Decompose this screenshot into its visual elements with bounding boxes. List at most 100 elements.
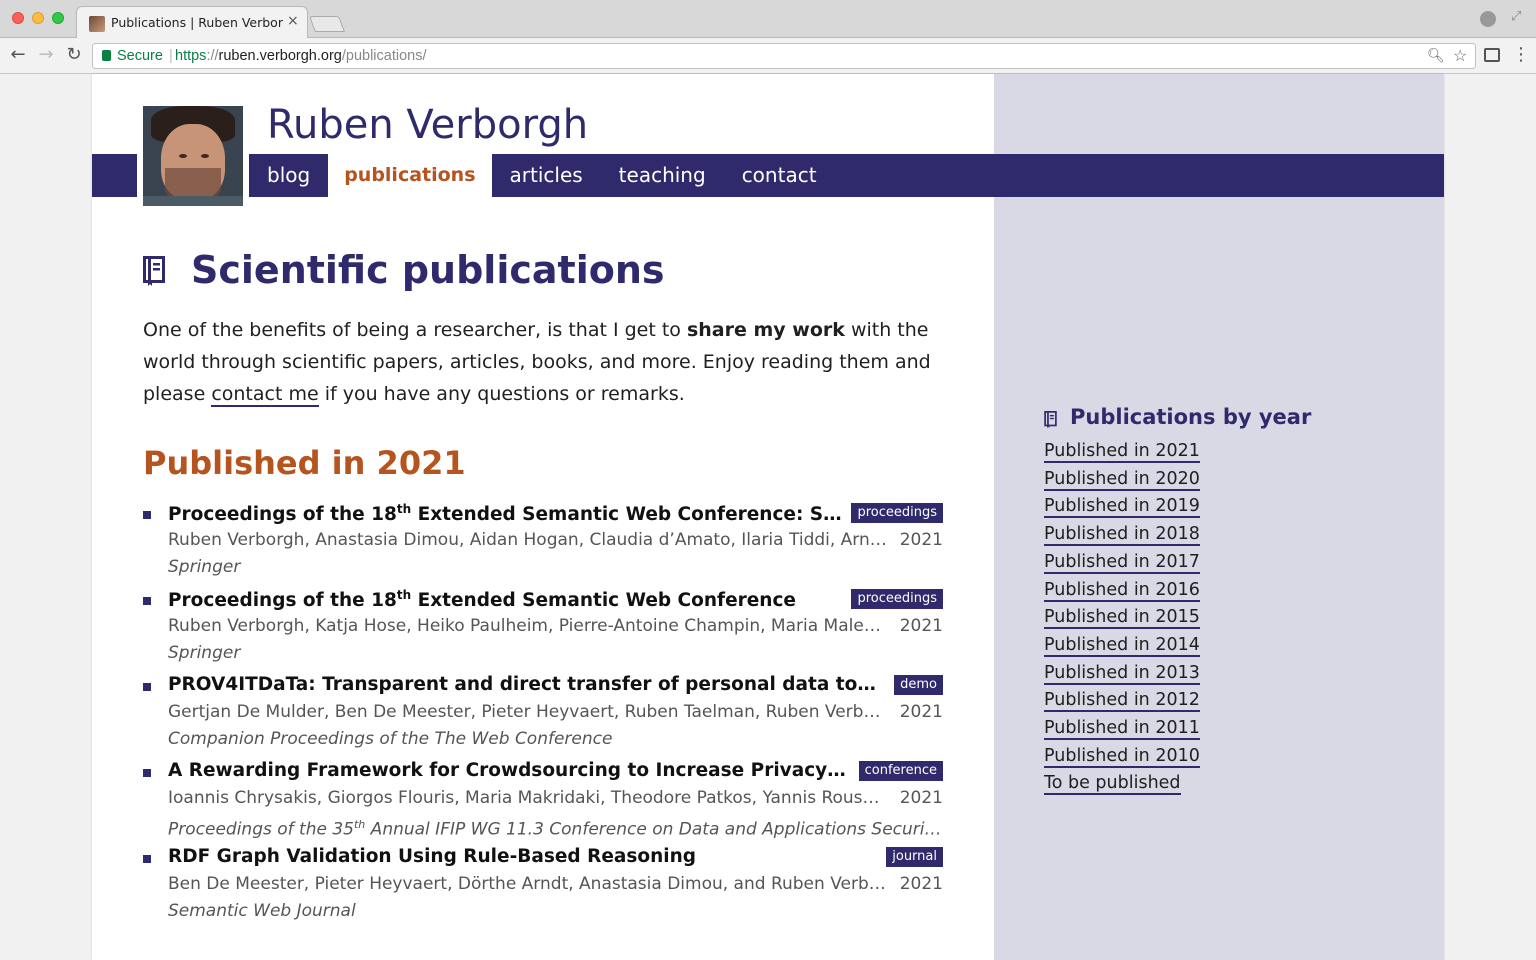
bullet-icon bbox=[143, 855, 151, 863]
nav-articles[interactable]: articles bbox=[492, 154, 601, 197]
bookmark-star-icon[interactable]: ☆ bbox=[1453, 46, 1467, 66]
publication-title-before: Proceedings of the 18 bbox=[168, 504, 397, 526]
year-link-2012[interactable]: Published in 2012 bbox=[1044, 687, 1404, 715]
publication-venue: Proceedings of the 35th Annual IFIP WG 1… bbox=[168, 812, 943, 838]
new-tab-button[interactable] bbox=[309, 16, 345, 32]
publication-authors: Gertjan De Mulder, Ben De Meester, Piete… bbox=[168, 702, 888, 722]
year-link-2016[interactable]: Published in 2016 bbox=[1044, 577, 1404, 605]
browser-menu-icon[interactable]: ⋮ bbox=[1512, 44, 1530, 65]
bullet-icon bbox=[143, 683, 151, 691]
year-link-label: Published in 2011 bbox=[1044, 718, 1200, 741]
publication-venue-sup: th bbox=[353, 818, 366, 831]
intro-after: if you have any questions or remarks. bbox=[318, 383, 685, 405]
publication-title[interactable]: RDF Graph Validation Using Rule-Based Re… bbox=[168, 846, 696, 867]
publication-header: PROV4ITDaTa: Transparent and direct tran… bbox=[168, 674, 943, 700]
bullet-icon bbox=[143, 511, 151, 519]
publication-venue: Semantic Web Journal bbox=[168, 898, 943, 924]
year-link-2017[interactable]: Published in 2017 bbox=[1044, 549, 1404, 577]
avatar[interactable] bbox=[143, 106, 243, 206]
publication-title[interactable]: Proceedings of the 18th Extended Semanti… bbox=[168, 502, 848, 525]
year-link-2015[interactable]: Published in 2015 bbox=[1044, 604, 1404, 632]
publication-meta: Gertjan De Mulder, Ben De Meester, Piete… bbox=[168, 700, 943, 726]
secure-label: Secure bbox=[117, 48, 163, 64]
nav-publications[interactable]: publications bbox=[328, 154, 492, 197]
url-text[interactable]: https://ruben.verborgh.org/publications/ bbox=[175, 48, 427, 64]
url-scheme: https bbox=[175, 48, 207, 64]
publication-item: Proceedings of the 18th Extended Semanti… bbox=[143, 588, 943, 666]
year-link-2011[interactable]: Published in 2011 bbox=[1044, 715, 1404, 743]
publication-venue-before: Springer bbox=[168, 557, 241, 577]
publication-title-before: PROV4ITDaTa: Transparent and direct tran… bbox=[168, 674, 878, 695]
publication-title[interactable]: PROV4ITDaTa: Transparent and direct tran… bbox=[168, 674, 878, 695]
publication-venue-before: Semantic Web Journal bbox=[168, 901, 356, 921]
publication-meta: Ioannis Chrysakis, Giorgos Flouris, Mari… bbox=[168, 786, 943, 812]
publication-title[interactable]: Proceedings of the 18th Extended Semanti… bbox=[168, 588, 796, 611]
publication-venue: Companion Proceedings of the The Web Con… bbox=[168, 726, 943, 752]
year-link-label: Published in 2020 bbox=[1044, 468, 1200, 491]
browser-tab-bar: Publications | Ruben Verborgh × ⤢ bbox=[0, 0, 1536, 38]
window-minimize-button[interactable] bbox=[32, 12, 44, 24]
browser-toolbar: ← → ↻ Secure | https://ruben.verborgh.or… bbox=[0, 38, 1536, 74]
year-link-label: Published in 2021 bbox=[1044, 441, 1200, 463]
publication-title[interactable]: A Rewarding Framework for Crowdsourcing … bbox=[168, 760, 848, 781]
publication-title-before: A Rewarding Framework for Crowdsourcing … bbox=[168, 760, 848, 781]
intro-before: One of the benefits of being a researche… bbox=[143, 319, 687, 341]
year-link-2014[interactable]: Published in 2014 bbox=[1044, 632, 1404, 660]
url-path: /publications/ bbox=[341, 48, 427, 64]
publication-title-before: Proceedings of the 18 bbox=[168, 590, 397, 612]
zoom-icon[interactable]: 🔍︎ bbox=[1427, 47, 1445, 64]
tab-title: Publications | Ruben Verborgh bbox=[111, 15, 283, 30]
contact-me-link[interactable]: contact me bbox=[211, 383, 319, 407]
url-host: ruben.verborgh.org bbox=[218, 48, 342, 64]
publication-title-after: Extended Semantic Web Conference: Satell… bbox=[417, 504, 848, 526]
publication-authors: Ruben Verborgh, Katja Hose, Heiko Paulhe… bbox=[168, 616, 888, 636]
page-title: Scientific publications bbox=[191, 248, 665, 292]
publication-venue-after: Annual IFIP WG 11.3 Conference on Data a… bbox=[365, 819, 943, 838]
sidebar: Publications by year Published in 2021 P… bbox=[1044, 404, 1404, 798]
publication-item: PROV4ITDaTa: Transparent and direct tran… bbox=[143, 674, 943, 752]
bullet-icon bbox=[143, 597, 151, 605]
year-link-2018[interactable]: Published in 2018 bbox=[1044, 521, 1404, 549]
publication-venue: Springer bbox=[168, 640, 943, 666]
year-link-2021[interactable]: Published in 2021 bbox=[1044, 438, 1404, 466]
publication-venue: Springer bbox=[168, 554, 943, 580]
main-content: Scientific publications One of the benef… bbox=[143, 244, 943, 932]
fullscreen-icon[interactable]: ⤢ bbox=[1511, 9, 1521, 24]
publication-title-after: Extended Semantic Web Conference bbox=[411, 590, 796, 612]
publication-title-sup: th bbox=[396, 588, 412, 602]
publication-header: A Rewarding Framework for Crowdsourcing … bbox=[168, 760, 943, 786]
book-icon bbox=[1044, 411, 1057, 428]
book-icon bbox=[143, 256, 165, 286]
publication-venue-before: Springer bbox=[168, 643, 241, 663]
year-link-to-be-published[interactable]: To be published bbox=[1044, 770, 1404, 798]
window-close-button[interactable] bbox=[12, 12, 24, 24]
window-maximize-button[interactable] bbox=[52, 12, 64, 24]
year-link-2013[interactable]: Published in 2013 bbox=[1044, 660, 1404, 688]
sidebar-title: Publications by year bbox=[1070, 405, 1312, 429]
publication-meta: Ben De Meester, Pieter Heyvaert, Dörthe … bbox=[168, 872, 943, 898]
publication-authors: Ioannis Chrysakis, Giorgos Flouris, Mari… bbox=[168, 788, 888, 808]
publication-meta: Ruben Verborgh, Katja Hose, Heiko Paulhe… bbox=[168, 614, 943, 640]
lock-icon bbox=[102, 50, 111, 61]
year-link-2019[interactable]: Published in 2019 bbox=[1044, 493, 1404, 521]
nav-teaching[interactable]: teaching bbox=[601, 154, 724, 197]
year-link-label: Published in 2019 bbox=[1044, 496, 1200, 519]
nav-contact[interactable]: contact bbox=[724, 154, 835, 197]
year-link-2010[interactable]: Published in 2010 bbox=[1044, 743, 1404, 771]
year-link-label: Published in 2013 bbox=[1044, 662, 1200, 685]
year-link-label: Published in 2017 bbox=[1044, 551, 1200, 574]
year-link-2020[interactable]: Published in 2020 bbox=[1044, 466, 1404, 494]
forward-arrow-icon[interactable]: → bbox=[34, 44, 58, 65]
site-name[interactable]: Ruben Verborgh bbox=[267, 102, 588, 148]
publication-item: RDF Graph Validation Using Rule-Based Re… bbox=[143, 846, 943, 924]
reload-icon[interactable]: ↻ bbox=[62, 44, 86, 65]
address-bar[interactable]: Secure | https://ruben.verborgh.org/publ… bbox=[92, 43, 1476, 69]
year-link-label: To be published bbox=[1044, 773, 1181, 796]
tab-close-icon[interactable]: × bbox=[287, 13, 299, 29]
browser-tab-active[interactable]: Publications | Ruben Verborgh × bbox=[76, 6, 308, 38]
nav-blog[interactable]: blog bbox=[249, 154, 328, 197]
publication-header: RDF Graph Validation Using Rule-Based Re… bbox=[168, 846, 943, 872]
cast-icon[interactable] bbox=[1484, 48, 1500, 62]
profile-icon[interactable] bbox=[1480, 11, 1496, 27]
back-arrow-icon[interactable]: ← bbox=[6, 44, 30, 65]
